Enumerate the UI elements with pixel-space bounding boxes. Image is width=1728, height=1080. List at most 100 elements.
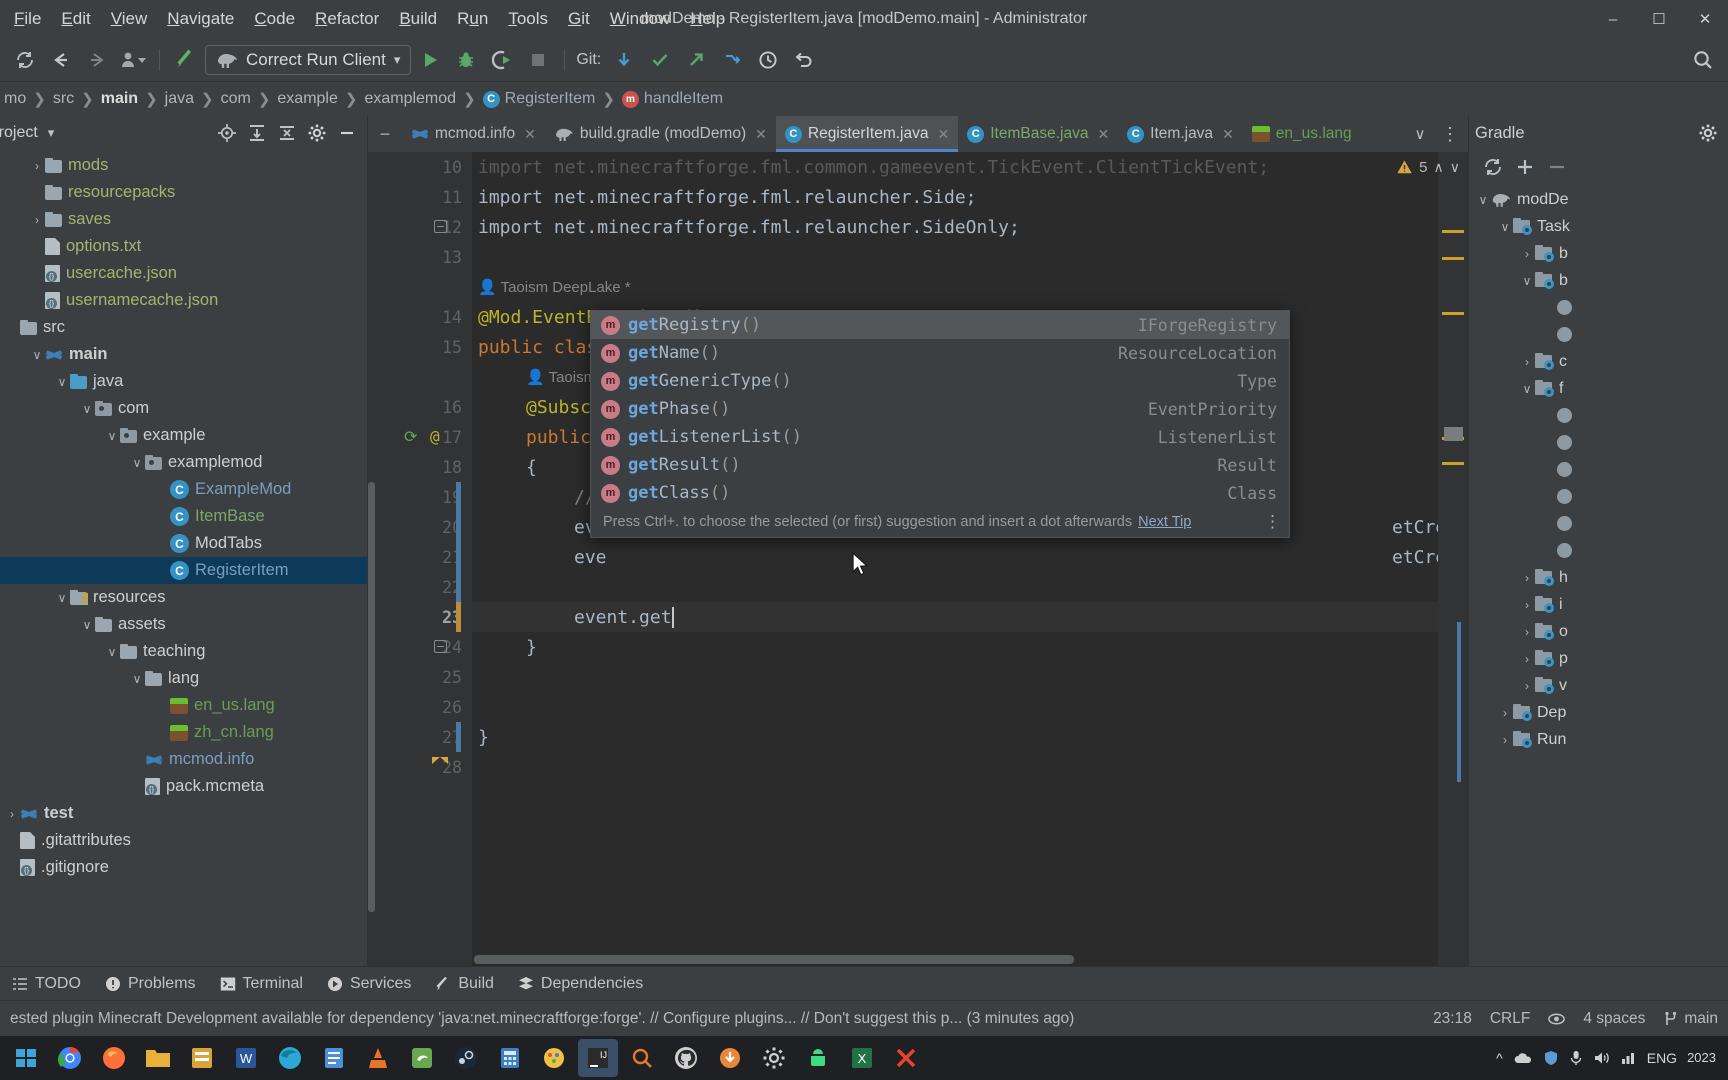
gear-icon[interactable] (1694, 120, 1722, 146)
menu-refactor[interactable]: Refactor (305, 6, 389, 32)
menu-run[interactable]: Run (447, 6, 498, 32)
editor-vertical-scrollbar[interactable] (368, 482, 375, 912)
tree-expand-arrow[interactable]: › (1497, 733, 1513, 747)
download-icon[interactable] (710, 1039, 750, 1077)
breadcrumb-item-example[interactable]: example (273, 88, 341, 110)
autocomplete-item-getname[interactable]: m getName() ResourceLocation (591, 339, 1289, 367)
chevron-down-icon[interactable]: ▾ (48, 125, 55, 141)
tree-expand-arrow[interactable]: › (4, 807, 20, 821)
code-line[interactable] (472, 662, 1438, 692)
plus-icon[interactable] (1511, 154, 1539, 180)
indent-setting[interactable]: 4 spaces (1583, 1010, 1645, 1028)
gradle-tree-item[interactable]: › v (1469, 672, 1728, 699)
search-icon[interactable] (622, 1039, 662, 1077)
git-update-icon[interactable] (607, 44, 641, 76)
gutter-line[interactable]: 24 (368, 632, 472, 662)
user-dropdown-icon[interactable] (116, 44, 150, 76)
run-play-icon[interactable] (413, 44, 447, 76)
tree-item-pack-mcmeta[interactable]: {} pack.mcmeta (0, 773, 367, 800)
network-icon[interactable] (1621, 1051, 1637, 1065)
editor-tab-mcmod-info[interactable]: mcmod.info ✕ (402, 116, 545, 152)
gradle-tree-item[interactable] (1469, 483, 1728, 510)
menu-tools[interactable]: Tools (498, 6, 558, 32)
chevron-down-icon[interactable]: ▾ (394, 52, 401, 68)
eye-icon[interactable] (1548, 1012, 1566, 1026)
inspection-widget[interactable]: 5 ∧ ∨ (1382, 152, 1468, 182)
code-line[interactable]: } (472, 722, 1438, 752)
input-method-indicator[interactable]: ENG (1647, 1050, 1677, 1066)
breadcrumb-item-java[interactable]: java (161, 88, 198, 110)
gradle-tree-item[interactable]: ∨ modDe (1469, 186, 1728, 213)
hide-pane-icon[interactable] (333, 120, 361, 146)
gradle-tree[interactable]: ∨ modDe ∨ Task › b ∨ b › c ∨ f › h › i › o › p › v › Dep › Run (1469, 184, 1728, 966)
line-separator[interactable]: CRLF (1490, 1010, 1530, 1028)
tool-button-terminal[interactable]: Terminal (208, 972, 315, 996)
tree-item-saves[interactable]: › saves (0, 206, 367, 233)
editor-tab-build-gradle--moddemo-[interactable]: build.gradle (modDemo) ✕ (545, 116, 776, 152)
hide-tabs-icon[interactable]: − (368, 116, 402, 152)
refresh-icon[interactable] (1479, 154, 1507, 180)
tree-item-en-us-lang[interactable]: en_us.lang (0, 692, 367, 719)
gradle-tree-item[interactable]: ∨ b (1469, 267, 1728, 294)
gradle-tree-item[interactable]: › p (1469, 645, 1728, 672)
tree-item-main[interactable]: ∨ main (0, 341, 367, 368)
tree-item-resources[interactable]: ∨ resources (0, 584, 367, 611)
gutter-line[interactable]: 16 (368, 392, 472, 422)
tree-expand-arrow[interactable]: › (1519, 355, 1535, 369)
tree-item-usernamecache-json[interactable]: {} usernamecache.json (0, 287, 367, 314)
start-windows-icon[interactable] (6, 1039, 46, 1077)
git-push-icon[interactable] (679, 44, 713, 76)
locate-icon[interactable] (213, 120, 241, 146)
sync-icon[interactable] (8, 44, 42, 76)
tree-item--gitignore[interactable]: {} .gitignore (0, 854, 367, 881)
tree-expand-arrow[interactable]: › (1519, 625, 1535, 639)
editor-gutter[interactable]: 10 11 12 13 14 15 16 ⟳ @17 18 19 20 21 22 23 24 25 26 27 28 (368, 152, 472, 966)
scrollbar-thumb[interactable] (474, 955, 1074, 964)
minimize-button[interactable]: – (1590, 0, 1636, 38)
tree-item-lang[interactable]: ∨ lang (0, 665, 367, 692)
git-branch-icon[interactable] (715, 44, 749, 76)
status-message[interactable]: ested plugin Minecraft Development avail… (10, 1010, 1074, 1028)
breadcrumb-item-registeritem[interactable]: C RegisterItem (479, 88, 600, 110)
tree-item-mcmod-info[interactable]: mcmod.info (0, 746, 367, 773)
breadcrumb-item-examplemod[interactable]: examplemod (360, 88, 460, 110)
tree-item-usercache-json[interactable]: {} usercache.json (0, 260, 367, 287)
tab-overflow-icon[interactable]: ∨ (1406, 121, 1434, 147)
tree-item-example[interactable]: ∨ example (0, 422, 367, 449)
menu-file[interactable]: File (4, 6, 51, 32)
word-icon[interactable]: W (226, 1039, 266, 1077)
gradle-tree-item[interactable]: › h (1469, 564, 1728, 591)
close-button[interactable]: ✕ (1682, 0, 1728, 38)
menu-git[interactable]: Git (558, 6, 600, 32)
tree-expand-arrow[interactable]: ∨ (54, 591, 70, 605)
tree-expand-arrow[interactable]: ∨ (104, 645, 120, 659)
tree-expand-arrow[interactable]: › (29, 159, 45, 173)
tool-button-todo[interactable]: TODO (0, 972, 93, 996)
tree-item-teaching[interactable]: ∨ teaching (0, 638, 367, 665)
gradle-tree-item[interactable] (1469, 510, 1728, 537)
tool-button-services[interactable]: Services (315, 972, 423, 996)
gutter-line[interactable]: 12 (368, 212, 472, 242)
tool-button-build[interactable]: Build (423, 972, 506, 996)
maximize-button[interactable]: ☐ (1636, 0, 1682, 38)
cloud-icon[interactable] (1513, 1051, 1533, 1065)
gradle-tree-item[interactable]: › b (1469, 240, 1728, 267)
chrome-icon[interactable] (50, 1039, 90, 1077)
tree-expand-arrow[interactable]: ∨ (29, 348, 45, 362)
clock-date[interactable]: 2023 (1687, 1050, 1716, 1066)
tree-item--gitattributes[interactable]: .gitattributes (0, 827, 367, 854)
gradle-tree-item[interactable]: ∨ Task (1469, 213, 1728, 240)
code-line[interactable]: } (472, 632, 1438, 662)
tree-expand-arrow[interactable]: › (29, 213, 45, 227)
breadcrumb-item-com[interactable]: com (217, 88, 255, 110)
prev-problem-icon[interactable]: ∧ (1434, 159, 1444, 176)
history-clock-icon[interactable] (751, 44, 785, 76)
intellij-icon[interactable]: IJ (578, 1039, 618, 1077)
menu-navigate[interactable]: Navigate (157, 6, 244, 32)
tree-item-resourcepacks[interactable]: resourcepacks (0, 179, 367, 206)
code-line[interactable] (472, 752, 1438, 782)
editor-tab-item-java[interactable]: C Item.java ✕ (1118, 116, 1243, 152)
gradle-tree-item[interactable]: › i (1469, 591, 1728, 618)
arrow-left-icon[interactable] (44, 44, 78, 76)
notepad-icon[interactable] (314, 1039, 354, 1077)
